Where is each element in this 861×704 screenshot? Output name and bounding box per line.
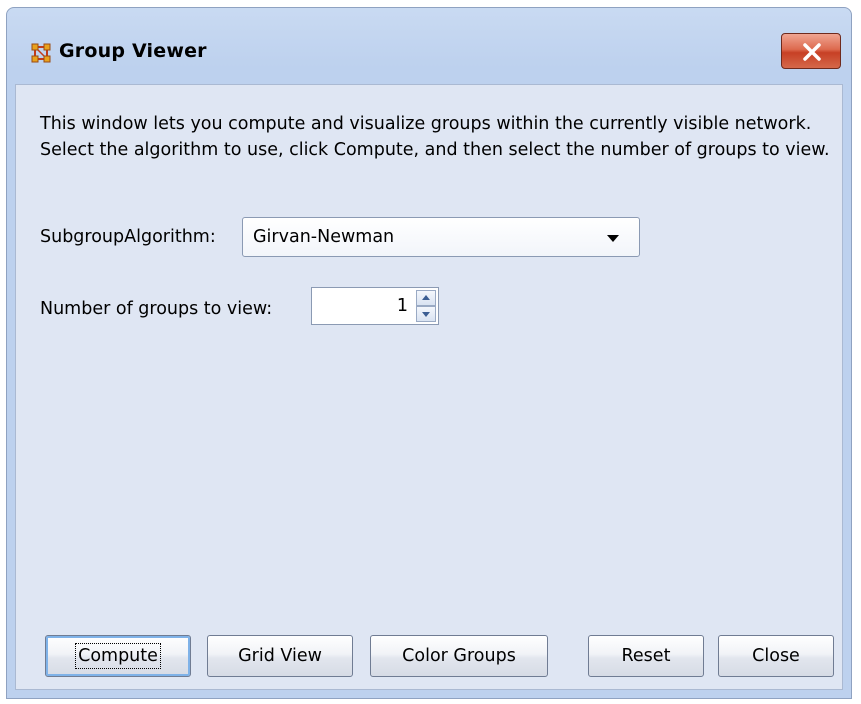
window-title: Group Viewer — [59, 40, 207, 62]
group-viewer-window: Group Viewer This window lets you comput… — [6, 7, 852, 699]
grid-view-button[interactable]: Grid View — [207, 635, 353, 677]
compute-button-label: Compute — [75, 643, 161, 669]
compute-button[interactable]: Compute — [45, 635, 191, 677]
close-button[interactable]: Close — [718, 635, 834, 677]
spinner-down-icon[interactable] — [416, 306, 436, 322]
groups-label: Number of groups to view: — [40, 299, 273, 319]
dialog-content: This window lets you compute and visuali… — [15, 84, 843, 690]
chevron-down-icon — [607, 235, 619, 242]
group-viewer-app-icon — [31, 43, 51, 63]
algorithm-label: SubgroupAlgorithm: — [40, 227, 216, 247]
reset-button[interactable]: Reset — [588, 635, 704, 677]
groups-spinner-value: 1 — [396, 296, 408, 316]
description-text: This window lets you compute and visuali… — [40, 114, 830, 160]
spinner-up-icon[interactable] — [416, 290, 436, 306]
groups-spinner[interactable]: 1 — [311, 287, 439, 325]
algorithm-select[interactable]: Girvan-Newman — [242, 217, 640, 257]
window-close-button[interactable] — [781, 33, 841, 69]
title-bar[interactable]: Group Viewer — [7, 8, 851, 84]
color-groups-button[interactable]: Color Groups — [370, 635, 548, 677]
algorithm-selected-value: Girvan-Newman — [253, 227, 395, 247]
